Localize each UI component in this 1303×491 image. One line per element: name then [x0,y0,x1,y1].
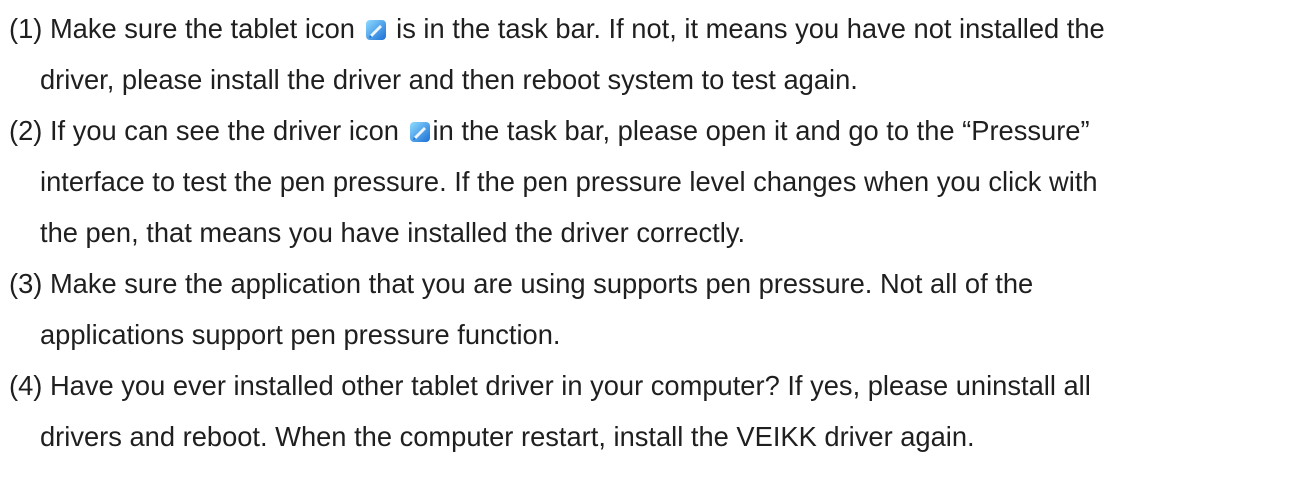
item-4-line-2: drivers and reboot. When the computer re… [40,421,975,452]
item-1-text-a: (1) Make sure the tablet icon [9,13,355,44]
item-4-line-1: (4) Have you ever installed other tablet… [9,370,1091,401]
item-2-line-2: interface to test the pen pressure. If t… [40,166,1098,197]
item-1-line-1: (1) Make sure the tablet icon is in the … [9,12,1105,46]
item-2-text-a: (2) If you can see the driver icon [9,115,399,146]
troubleshooting-document: (1) Make sure the tablet icon is in the … [0,0,1303,491]
item-2-line-3: the pen, that means you have installed t… [40,217,746,248]
item-2-text-b: in the task bar, please open it and go t… [432,115,1090,146]
item-1-line-2: driver, please install the driver and th… [40,64,858,95]
item-3-line-2: applications support pen pressure functi… [40,319,561,350]
tablet-driver-icon [365,19,387,41]
item-3-line-1: (3) Make sure the application that you a… [9,268,1034,299]
tablet-driver-icon [409,121,431,143]
item-2-line-1: (2) If you can see the driver icon in th… [9,114,1090,148]
item-1-text-b: is in the task bar. If not, it means you… [396,13,1105,44]
